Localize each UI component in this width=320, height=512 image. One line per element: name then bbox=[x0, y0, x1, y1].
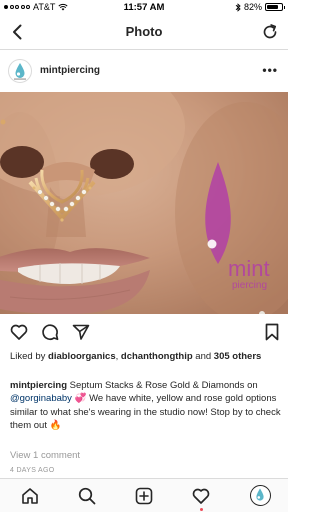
comment-icon[interactable] bbox=[40, 322, 60, 342]
home-icon[interactable] bbox=[20, 486, 40, 506]
caption-emoji: 💞 bbox=[74, 393, 87, 405]
bookmark-icon[interactable] bbox=[262, 322, 282, 342]
post-actions bbox=[0, 320, 288, 344]
caption-username[interactable]: mintpiercing bbox=[10, 380, 67, 391]
battery-percent: 82% bbox=[243, 2, 262, 12]
status-right: 82% bbox=[235, 2, 285, 12]
caption-emoji: 🔥 bbox=[49, 419, 62, 431]
svg-text:mint: mint bbox=[228, 256, 270, 281]
nav-bar: Photo bbox=[0, 14, 288, 50]
photo-image: mint piercing bbox=[0, 92, 288, 314]
heart-icon[interactable] bbox=[9, 322, 29, 342]
caption-text: Septum Stacks & Rose Gold & Diamonds on bbox=[69, 380, 258, 391]
post-username[interactable]: mintpiercing bbox=[40, 65, 100, 76]
post-timestamp: 4 DAYS AGO bbox=[10, 467, 55, 474]
search-icon[interactable] bbox=[77, 486, 97, 506]
caption-mention[interactable]: @gorginababy bbox=[10, 393, 72, 404]
avatar[interactable] bbox=[8, 59, 32, 83]
svg-text:piercing: piercing bbox=[232, 280, 267, 291]
likes-prefix: Liked by bbox=[10, 351, 46, 362]
post-photo[interactable]: mint piercing bbox=[0, 92, 288, 314]
mint-logo-icon bbox=[14, 63, 26, 80]
status-bar: AT&T 11:57 AM 82% bbox=[0, 0, 288, 14]
refresh-icon[interactable] bbox=[260, 22, 280, 42]
view-comments-link[interactable]: View 1 comment bbox=[10, 450, 80, 461]
post-header: mintpiercing ••• bbox=[0, 51, 288, 91]
activity-heart-icon[interactable] bbox=[191, 486, 211, 506]
likes-separator: , bbox=[115, 351, 119, 362]
bluetooth-icon bbox=[235, 2, 241, 12]
send-icon[interactable] bbox=[71, 322, 91, 342]
battery-icon bbox=[265, 3, 285, 11]
profile-avatar-icon[interactable] bbox=[250, 485, 271, 506]
likes-summary: Liked by diabloorganics, dchanthongthip … bbox=[10, 350, 280, 363]
liker-username[interactable]: diabloorganics bbox=[48, 351, 116, 362]
battery-level bbox=[267, 5, 279, 9]
tab-bar bbox=[0, 478, 288, 512]
notification-dot bbox=[200, 508, 203, 511]
mint-logo-icon bbox=[256, 488, 264, 501]
post-caption: mintpiercing Septum Stacks & Rose Gold &… bbox=[10, 379, 282, 432]
more-dots-icon[interactable]: ••• bbox=[262, 63, 278, 77]
add-post-icon[interactable] bbox=[134, 486, 154, 506]
page-title: Photo bbox=[125, 24, 163, 39]
likes-others[interactable]: 305 others bbox=[214, 351, 262, 362]
liker-username[interactable]: dchanthongthip bbox=[121, 351, 193, 362]
likes-and: and bbox=[195, 351, 212, 362]
